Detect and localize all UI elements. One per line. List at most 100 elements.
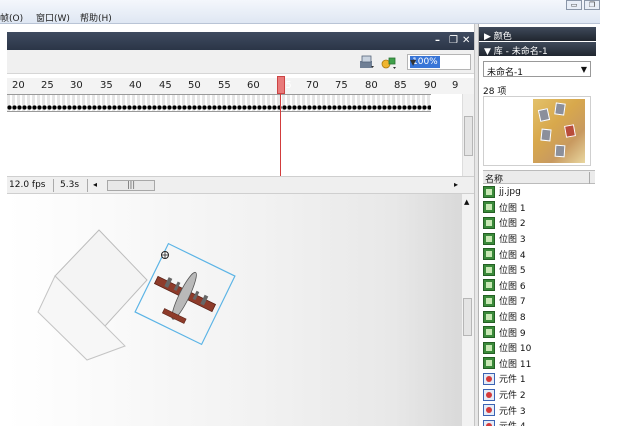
library-list-item[interactable]: 位图 8 xyxy=(483,309,595,325)
ruler-tick: 25 xyxy=(41,80,54,91)
bitmap-icon xyxy=(483,294,495,307)
library-list-item[interactable]: 元件 2 xyxy=(483,387,595,403)
bitmap-icon xyxy=(483,185,495,198)
edit-symbol-icon[interactable] xyxy=(381,54,397,70)
library-item-label: 位图 6 xyxy=(499,281,526,292)
elapsed-time-label: 5.3s xyxy=(60,180,80,190)
chevron-down-icon: ▼ xyxy=(410,58,417,67)
menu-item-frame[interactable]: 帧(O) xyxy=(0,11,23,24)
ruler-tick: 55 xyxy=(218,80,231,91)
ruler-tick: 75 xyxy=(335,80,348,91)
restore-window-button[interactable]: ▭ xyxy=(566,0,582,10)
edit-toolbar: 100% ▼ xyxy=(7,50,474,74)
library-list-item[interactable]: 位图 1 xyxy=(483,200,595,216)
timeline-vertical-scrollbar[interactable] xyxy=(462,94,474,176)
color-panel-title: ▶ 颜色 xyxy=(484,32,512,42)
scroll-up-icon[interactable]: ▲ xyxy=(464,198,469,206)
bitmap-icon xyxy=(483,341,495,354)
minimize-panel-button[interactable]: – xyxy=(435,35,440,46)
timeline-ruler[interactable]: 20 25 30 35 40 45 50 55 60 65 70 75 80 8… xyxy=(7,78,474,94)
keyframes xyxy=(7,105,431,110)
bitmap-icon xyxy=(483,326,495,339)
scroll-right-icon[interactable]: ▸ xyxy=(454,180,458,189)
bitmap-icon xyxy=(483,201,495,214)
timeline-layer-area[interactable] xyxy=(7,112,462,176)
ruler-tick: 45 xyxy=(159,80,172,91)
bitmap-icon xyxy=(483,248,495,261)
library-list-item[interactable]: 位图 11 xyxy=(483,356,595,372)
divider xyxy=(87,179,88,192)
scrollbar-thumb[interactable] xyxy=(464,116,473,156)
library-item-label: jj.jpg xyxy=(499,186,521,197)
zoom-select[interactable]: 100% ▼ xyxy=(407,54,471,70)
library-item-label: 位图 11 xyxy=(499,359,532,370)
library-list: jj.jpg 位图 1 位图 2 位图 3 位图 4 位图 5 位图 6 位图 7 位图 8 位图… xyxy=(483,184,595,426)
symbol-icon xyxy=(483,404,495,417)
library-document-name: 未命名-1 xyxy=(487,68,523,78)
stage-canvas[interactable] xyxy=(7,194,462,426)
library-item-label: 位图 4 xyxy=(499,250,526,261)
stage-artwork xyxy=(37,229,236,361)
library-item-label: 位图 8 xyxy=(499,313,526,324)
library-list-item[interactable]: 位图 2 xyxy=(483,215,595,231)
preview-image xyxy=(533,99,585,163)
ruler-tick: 50 xyxy=(188,80,201,91)
menu-item-window[interactable]: 窗口(W) xyxy=(36,11,70,24)
bitmap-icon xyxy=(483,310,495,323)
library-list-item[interactable]: 位图 3 xyxy=(483,231,595,247)
ruler-tick: 80 xyxy=(365,80,378,91)
menu-item-help[interactable]: 帮助(H) xyxy=(80,11,112,24)
library-list-item[interactable]: 位图 10 xyxy=(483,340,595,356)
horizontal-scroll-thumb[interactable]: ||| xyxy=(107,180,155,191)
library-list-item[interactable]: 位图 7 xyxy=(483,293,595,309)
library-item-label: 位图 5 xyxy=(499,266,526,277)
playhead-line xyxy=(280,94,281,178)
scroll-left-icon[interactable]: ◂ xyxy=(93,180,97,189)
maximize-window-button[interactable]: ❐ xyxy=(584,0,600,10)
library-list-item[interactable]: 位图 6 xyxy=(483,278,595,294)
library-list-item[interactable]: 位图 5 xyxy=(483,262,595,278)
library-item-label: 元件 1 xyxy=(499,375,526,386)
ruler-tick: 70 xyxy=(306,80,319,91)
column-divider[interactable] xyxy=(589,172,597,184)
library-document-select[interactable]: 未命名-1 ▼ xyxy=(483,61,591,78)
ruler-tick: 20 xyxy=(12,80,25,91)
divider xyxy=(53,179,54,192)
symbol-icon xyxy=(483,372,495,385)
library-item-label: 位图 9 xyxy=(499,328,526,339)
color-panel-header[interactable]: ▶ 颜色 xyxy=(479,27,596,42)
bitmap-icon xyxy=(483,263,495,276)
close-panel-button[interactable]: ✕ xyxy=(462,35,470,46)
library-panel-header[interactable]: ▼ 库 - 未命名-1 xyxy=(479,42,596,57)
restore-panel-button[interactable]: ❐ xyxy=(449,35,458,46)
symbol-icon xyxy=(483,419,495,426)
library-list-header[interactable]: 名称 xyxy=(483,170,597,185)
ruler-tick: 60 xyxy=(247,80,260,91)
scrollbar-thumb[interactable] xyxy=(463,298,472,336)
playhead-handle[interactable] xyxy=(277,76,285,94)
menu-bar: 帧(O) 窗口(W) 帮助(H) ▭ ❐ xyxy=(0,0,600,24)
library-panel-title: ▼ 库 - 未命名-1 xyxy=(484,47,548,57)
frame-rate-label[interactable]: 12.0 fps xyxy=(9,180,45,190)
keyframe-row[interactable] xyxy=(7,94,431,112)
library-item-label: 元件 3 xyxy=(499,406,526,417)
library-list-item[interactable]: jj.jpg xyxy=(483,184,595,200)
library-list-item[interactable]: 元件 1 xyxy=(483,371,595,387)
ruler-tick: 85 xyxy=(394,80,407,91)
library-item-label: 元件 2 xyxy=(499,391,526,402)
library-item-label: 位图 3 xyxy=(499,235,526,246)
edit-scene-icon[interactable] xyxy=(359,54,375,70)
library-item-label: 位图 1 xyxy=(499,203,526,214)
library-list-item[interactable]: 元件 4 xyxy=(483,418,595,426)
bitmap-icon xyxy=(483,279,495,292)
stage-vertical-scrollbar[interactable]: ▲ xyxy=(462,194,474,426)
library-item-label: 元件 4 xyxy=(499,419,526,426)
bitmap-icon xyxy=(483,232,495,245)
library-list-item[interactable]: 元件 3 xyxy=(483,402,595,418)
library-list-item[interactable]: 位图 9 xyxy=(483,324,595,340)
symbol-icon xyxy=(483,388,495,401)
library-list-item[interactable]: 位图 4 xyxy=(483,246,595,262)
library-item-label: 位图 2 xyxy=(499,219,526,230)
library-preview xyxy=(483,96,591,166)
ruler-tick: 30 xyxy=(70,80,83,91)
